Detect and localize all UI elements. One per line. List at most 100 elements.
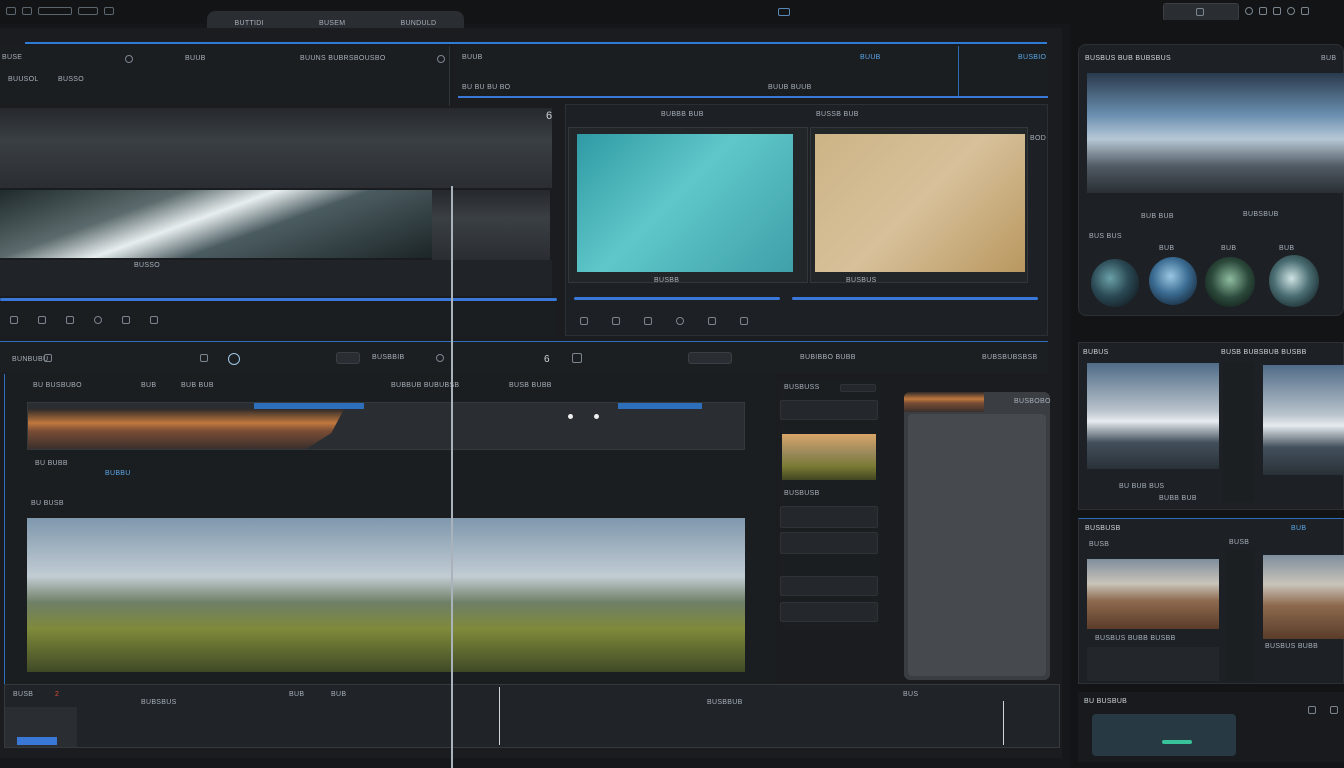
track-label-0: BU BUBB (35, 460, 68, 467)
play-icon[interactable] (38, 316, 46, 324)
record-icon[interactable] (228, 353, 240, 365)
timeline-label-2: BUB BUB (181, 382, 214, 389)
source-preview-top (0, 108, 552, 188)
track-label-2: BU BUSB (31, 500, 64, 507)
next-frame-icon[interactable] (66, 316, 74, 324)
bin-slot-4[interactable] (780, 602, 878, 622)
source-sub-label: BUUB (185, 55, 206, 62)
loop-icon[interactable] (94, 316, 102, 324)
mark-out-icon[interactable] (150, 316, 158, 324)
right-top-button-1[interactable]: BUBSBUB (1243, 211, 1279, 218)
gear-icon[interactable] (1273, 7, 1281, 15)
color-wheel-3[interactable] (1269, 255, 1319, 307)
color-wheel-1[interactable] (1149, 257, 1197, 305)
mid-scroll-column[interactable] (1223, 361, 1255, 503)
source-preview-bottom: BUSSO (0, 260, 552, 296)
clip-card-0[interactable] (568, 127, 808, 283)
tab-2[interactable]: BUNDULD (400, 20, 436, 27)
prev-frame-icon[interactable] (10, 316, 18, 324)
clip-stop-icon[interactable] (708, 317, 716, 325)
right-bottom-badge[interactable]: BUB (1291, 525, 1306, 532)
source-preview-right (432, 190, 550, 260)
source-title: BUSE (2, 54, 23, 61)
tab-0[interactable]: BUTTIDI (235, 20, 264, 27)
zoom-control[interactable] (78, 7, 98, 15)
color-wheel-0[interactable] (1091, 259, 1139, 307)
clip-next-icon[interactable] (644, 317, 652, 325)
right-bottom-title: BUSBUSB (1085, 525, 1121, 532)
timeline-label-3: BUBBUB BUBUBSB (391, 382, 460, 389)
clock-icon[interactable] (1245, 7, 1253, 15)
left-toolbar (6, 7, 114, 15)
sky-landscape-image (1087, 73, 1344, 193)
clip-bottom-label-0: BU BU BU BO (462, 84, 511, 91)
color-wheel-2[interactable] (1205, 257, 1255, 307)
marker-line-0 (499, 687, 500, 745)
folder-icon[interactable] (22, 7, 32, 15)
right-mid-thumb-label-1: BUBB BUB (1159, 495, 1197, 502)
link-icon[interactable] (572, 353, 582, 363)
green-hill-thumb[interactable] (782, 434, 876, 480)
snowy-mountain-image[interactable] (1087, 363, 1219, 469)
track-header[interactable] (5, 707, 77, 747)
landscape-hills-preview (27, 518, 745, 672)
track-icon[interactable] (44, 354, 52, 362)
snowy-mountain-image-2[interactable] (1263, 365, 1344, 475)
right-top-title: BUSBUS BUB BUBSBUS (1085, 55, 1171, 62)
window-icon[interactable] (1301, 7, 1309, 15)
sync-icon[interactable] (1287, 7, 1295, 15)
bin-slot-3[interactable] (780, 576, 878, 596)
snap-icon[interactable] (436, 354, 444, 362)
settings-icon[interactable] (437, 55, 445, 63)
right-top-button-0[interactable]: BUB BUB (1141, 213, 1174, 220)
clip-trim-icon[interactable] (740, 317, 748, 325)
right-dropdown-button[interactable] (1163, 3, 1239, 21)
clip-scrubber-0[interactable] (574, 297, 780, 300)
bin-slot-0[interactable] (780, 400, 878, 420)
bin-slot-2[interactable] (780, 532, 878, 554)
waveform-display[interactable] (1092, 714, 1236, 756)
mid-center-label: 6 (544, 354, 550, 365)
bottom-scroll-column[interactable] (1225, 549, 1255, 681)
timeline-label-1: BUB (141, 382, 157, 389)
layout-icon[interactable] (104, 7, 114, 15)
clip-card-1[interactable] (810, 127, 1028, 283)
circle-icon[interactable] (125, 55, 133, 63)
mark-in-icon[interactable] (122, 316, 130, 324)
right-footer-label: BU BUSBUB (1084, 698, 1128, 705)
cut-icon[interactable] (200, 354, 208, 362)
video-track-1[interactable] (27, 402, 745, 450)
menu-icon[interactable] (6, 7, 16, 15)
clip-play-icon[interactable] (612, 317, 620, 325)
control-strip[interactable] (1087, 647, 1219, 681)
playhead[interactable] (451, 186, 453, 768)
bin-slot-1[interactable] (780, 506, 878, 528)
dual-square-icon[interactable] (778, 8, 790, 16)
brown-hills-image[interactable] (1087, 559, 1219, 629)
speed-button[interactable] (688, 352, 732, 364)
clip-prev-icon[interactable] (580, 317, 588, 325)
clip-top-label: BUBBB BUB (661, 111, 704, 118)
footer-icon-1[interactable] (1330, 706, 1338, 714)
sunset-clip[interactable] (28, 409, 344, 449)
clip-marker-0 (254, 403, 364, 409)
footer-icon-0[interactable] (1308, 706, 1316, 714)
bin-slider[interactable] (840, 384, 876, 392)
capture-icon[interactable] (1259, 7, 1267, 15)
clip-scrubber-1[interactable] (792, 297, 1038, 300)
view-icon (1196, 8, 1204, 16)
clip-panel: BUBBB BUB BUSSB BUB BOD BUSBB BUSBUS (565, 104, 1048, 336)
right-bottom-thumb-label-1: BUSBUS BUBB (1265, 643, 1319, 650)
inspector-thumb (904, 392, 984, 412)
keyframe-1[interactable] (594, 414, 599, 419)
clip-loop-icon[interactable] (676, 317, 684, 325)
tab-1[interactable]: BUSEM (319, 20, 345, 27)
clip-transport (574, 311, 1040, 331)
brown-hills-image-2[interactable] (1263, 555, 1344, 639)
mode-button[interactable] (336, 352, 360, 364)
keyframe-0[interactable] (568, 414, 573, 419)
timeline-panel: BU BUSBUBO BUB BUB BUB BUBBUB BUBUBSB BU… (4, 374, 776, 684)
clip-thumb-label-1: BUSBUS (846, 277, 877, 284)
track-selector[interactable] (38, 7, 72, 15)
source-scrubber[interactable] (0, 298, 557, 301)
